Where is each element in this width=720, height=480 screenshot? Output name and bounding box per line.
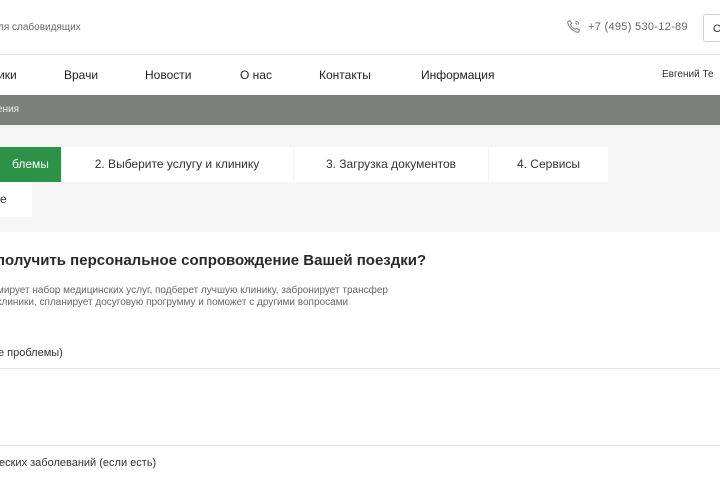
low-vision-version-link[interactable]: ля слабовидящих — [0, 22, 81, 33]
nav-item-information[interactable]: Информация — [421, 68, 494, 82]
breadcrumb-current: ения — [0, 104, 20, 115]
form-description: мирует набор медицинских услуг, подберет… — [0, 285, 388, 309]
problem-description-input[interactable] — [0, 368, 720, 446]
nav-item-clinics[interactable]: ики — [0, 68, 17, 82]
nav-item-contacts[interactable]: Контакты — [319, 68, 371, 82]
sub-tab[interactable]: е — [0, 182, 32, 217]
step-2-tab[interactable]: 2. Выберите услугу и клинику — [61, 147, 293, 182]
step-1-tab[interactable]: блемы — [0, 147, 61, 182]
nav-item-about[interactable]: О нас — [240, 68, 272, 82]
breadcrumb: ения — [0, 95, 720, 125]
phone-number[interactable]: +7 (495) 530-12-89 — [588, 21, 688, 33]
nav-item-news[interactable]: Новости — [145, 68, 191, 82]
step-4-tab[interactable]: 4. Сервисы — [489, 147, 608, 182]
form-title: получить персональное сопровождение Ваше… — [0, 252, 427, 269]
form-card: получить персональное сопровождение Ваше… — [0, 232, 720, 480]
header-action-button[interactable]: О — [703, 14, 720, 42]
main-navigation: ики Врачи Новости О нас Контакты Информа… — [0, 55, 720, 95]
phone-icon — [566, 19, 581, 34]
form-description-line-1: мирует набор медицинских услуг, подберет… — [0, 285, 388, 296]
step-3-tab[interactable]: 3. Загрузка документов — [294, 147, 488, 182]
chronic-diseases-field-label: еских заболеваний (если есть) — [0, 457, 157, 469]
problem-field-label: е проблемы) — [0, 347, 63, 359]
form-description-line-2: клиники, спланирует досуговую прогрумму … — [0, 297, 349, 308]
nav-item-doctors[interactable]: Врачи — [64, 68, 98, 82]
phone-contact[interactable]: +7 (495) 530-12-89 — [566, 19, 688, 34]
top-bar: ля слабовидящих +7 (495) 530-12-89 О — [0, 0, 720, 55]
user-name[interactable]: Евгений Те — [662, 69, 714, 80]
